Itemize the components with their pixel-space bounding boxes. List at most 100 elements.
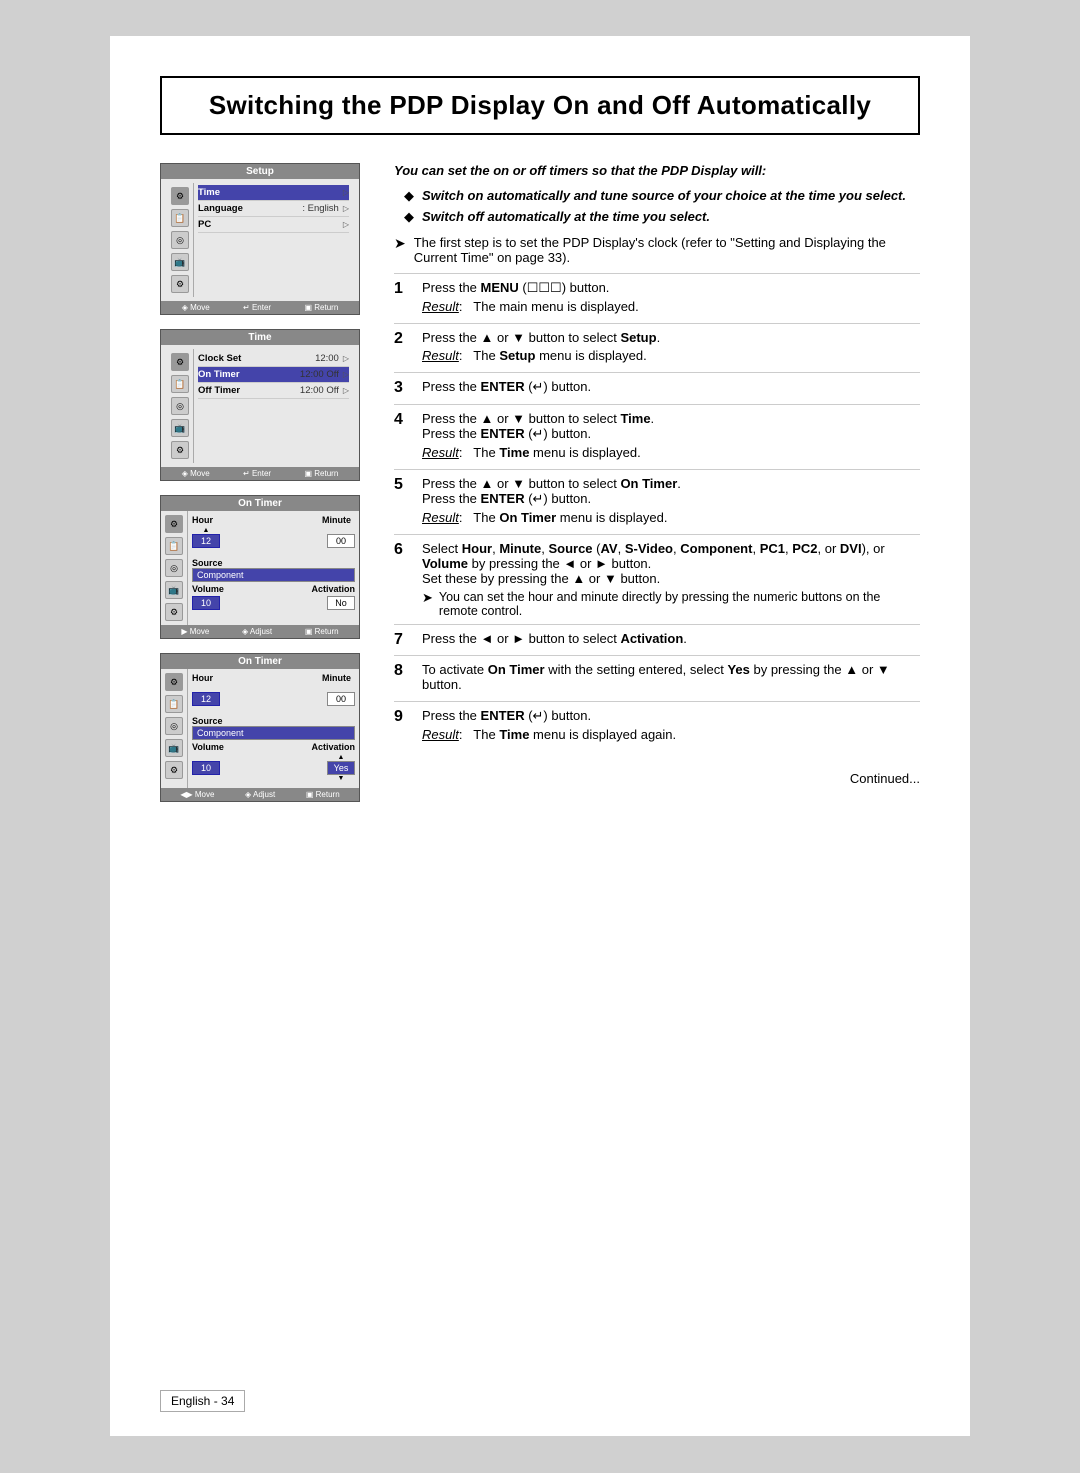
step-1-instruction: Press the MENU (☐☐☐) button. — [422, 280, 920, 296]
on-timer-label: On Timer — [198, 369, 300, 380]
off-timer-arrow: ▷ — [343, 386, 349, 395]
step-5-content: Press the ▲ or ▼ button to select On Tim… — [422, 476, 920, 528]
time-body: ⚙ 📋 ◎ 📺 ⚙ Clock Set 12:00 ▷ — [161, 345, 359, 467]
footer-enter: ↵ Enter — [243, 303, 271, 312]
source-label-row: Source — [192, 558, 355, 568]
step-3-num: 3 — [394, 379, 422, 397]
t-icon-2: 📋 — [171, 375, 189, 393]
step-1-content: Press the MENU (☐☐☐) button. Result: The… — [422, 280, 920, 317]
t-icon-4: 📺 — [171, 419, 189, 437]
min-up: ▲ — [338, 527, 345, 534]
icon-2: 📋 — [171, 209, 189, 227]
step-4-result: Result: The Time menu is displayed. — [422, 445, 920, 460]
act-label: Activation — [311, 584, 355, 594]
activation-value: No — [327, 596, 355, 610]
off-timer-value: 12:00 Off — [300, 385, 339, 396]
act-down: ▼ — [338, 775, 345, 782]
minute-label2: Minute — [322, 673, 351, 683]
on-timer2-footer: ◀▶ Move ◈ Adjust ▣ Return — [161, 788, 359, 801]
icon-4: 📺 — [171, 253, 189, 271]
ot1-icon-4: 📺 — [165, 581, 183, 599]
step-7: 7 Press the ◄ or ► button to select Acti… — [394, 624, 920, 655]
on-timer1-body: ⚙ 📋 ◎ 📺 ⚙ Hour Minute ▲ — [161, 511, 359, 625]
step-2-content: Press the ▲ or ▼ button to select Setup.… — [422, 330, 920, 366]
setup-row-pc: PC ▷ — [198, 217, 349, 233]
clock-arrow: ▷ — [343, 354, 349, 363]
right-column: You can set the on or off timers so that… — [394, 163, 920, 802]
step-6: 6 Select Hour, Minute, Source (AV, S-Vid… — [394, 534, 920, 624]
screen-time: Time ⚙ 📋 ◎ 📺 ⚙ Clock Set — [160, 329, 360, 481]
step-6-content: Select Hour, Minute, Source (AV, S-Video… — [422, 541, 920, 618]
ot1-footer-return: ▣ Return — [305, 627, 339, 636]
note-item: ➤ The first step is to set the PDP Displ… — [394, 235, 920, 265]
step-4-content: Press the ▲ or ▼ button to select Time.P… — [422, 411, 920, 463]
step-6-num: 6 — [394, 541, 422, 559]
on-timer2-body: ⚙ 📋 ◎ 📺 ⚙ Hour Minute ▲ — [161, 669, 359, 788]
ot2-icon-1: ⚙ — [165, 673, 183, 691]
icon-5: ⚙ — [171, 275, 189, 293]
source-value: Component — [192, 568, 355, 582]
hour-value2: 12 — [192, 692, 220, 706]
min-value: 00 — [327, 534, 355, 548]
footer-return: ▣ Return — [305, 303, 339, 312]
setup-row-language: Language : English ▷ — [198, 201, 349, 217]
step-7-content: Press the ◄ or ► button to select Activa… — [422, 631, 920, 649]
step-4-num: 4 — [394, 411, 422, 429]
hour-down2: ▼ — [203, 706, 210, 713]
t-icon-1: ⚙ — [171, 353, 189, 371]
on-timer1-title: On Timer — [161, 496, 359, 511]
step-9-num: 9 — [394, 708, 422, 726]
on-timer2-content: Hour Minute ▲ 12 ▼ ▲ 00 — [188, 669, 359, 788]
step-4-instruction: Press the ▲ or ▼ button to select Time.P… — [422, 411, 920, 442]
act-label2: Activation — [311, 742, 355, 752]
pc-label: PC — [198, 219, 343, 230]
step-9: 9 Press the ENTER (↵) button. Result: Th… — [394, 701, 920, 751]
ot2-footer-adjust: ◈ Adjust — [245, 790, 275, 799]
setup-row-time: Time ▷ — [198, 185, 349, 201]
continued-text: Continued... — [394, 771, 920, 786]
on-timer2-icons: ⚙ 📋 ◎ 📺 ⚙ — [161, 669, 188, 788]
bullet-list: ◆ Switch on automatically and tune sourc… — [394, 188, 920, 225]
ot2-icon-5: ⚙ — [165, 761, 183, 779]
min-updown: ▲ 00 ▼ — [327, 527, 355, 555]
ot1-icon-2: 📋 — [165, 537, 183, 555]
steps-table: 1 Press the MENU (☐☐☐) button. Result: T… — [394, 273, 920, 751]
ot2-footer-move: ◀▶ Move — [180, 790, 214, 799]
vol-act-values2: 10 ▲ Yes ▼ — [192, 754, 355, 782]
step-7-instruction: Press the ◄ or ► button to select Activa… — [422, 631, 920, 646]
setup-title: Setup — [161, 164, 359, 179]
step-8-content: To activate On Timer with the setting en… — [422, 662, 920, 695]
step-6-instruction: Select Hour, Minute, Source (AV, S-Video… — [422, 541, 920, 586]
time-content: Clock Set 12:00 ▷ On Timer 12:00 Off ▷ O… — [194, 349, 353, 463]
on-timer1-icons: ⚙ 📋 ◎ 📺 ⚙ — [161, 511, 188, 625]
vol-label: Volume — [192, 584, 224, 594]
step-3: 3 Press the ENTER (↵) button. — [394, 372, 920, 404]
ot1-icon-3: ◎ — [165, 559, 183, 577]
page-title: Switching the PDP Display On and Off Aut… — [160, 76, 920, 135]
hour-label2: Hour — [192, 673, 213, 683]
clock-label: Clock Set — [198, 353, 315, 364]
step-5: 5 Press the ▲ or ▼ button to select On T… — [394, 469, 920, 534]
ot2-icon-2: 📋 — [165, 695, 183, 713]
time-label: Time — [198, 187, 343, 198]
bullet-2: ◆ Switch off automatically at the time y… — [404, 209, 920, 225]
hour-up: ▲ — [203, 527, 210, 534]
page-footer: English - 34 — [160, 1390, 245, 1412]
bullet-1-text: Switch on automatically and tune source … — [422, 188, 906, 203]
ot1-footer-adjust: ◈ Adjust — [242, 627, 272, 636]
step-6-subnote: ➤ You can set the hour and minute direct… — [422, 590, 920, 618]
ot1-icon-1: ⚙ — [165, 515, 183, 533]
t-icon-3: ◎ — [171, 397, 189, 415]
step-7-num: 7 — [394, 631, 422, 649]
content-area: Setup ⚙ 📋 ◎ 📺 ⚙ Time ▷ — [160, 163, 920, 802]
step-5-instruction: Press the ▲ or ▼ button to select On Tim… — [422, 476, 920, 507]
hour-label: Hour — [192, 515, 213, 525]
time-footer: ◈ Move ↵ Enter ▣ Return — [161, 467, 359, 480]
diamond-1: ◆ — [404, 188, 414, 204]
setup-content: Time ▷ Language : English ▷ PC ▷ — [194, 183, 353, 297]
min-down2: ▼ — [338, 706, 345, 713]
min-value2: 00 — [327, 692, 355, 706]
hour-value: 12 — [192, 534, 220, 548]
lang-arrow: ▷ — [343, 204, 349, 213]
step-8-instruction: To activate On Timer with the setting en… — [422, 662, 920, 692]
